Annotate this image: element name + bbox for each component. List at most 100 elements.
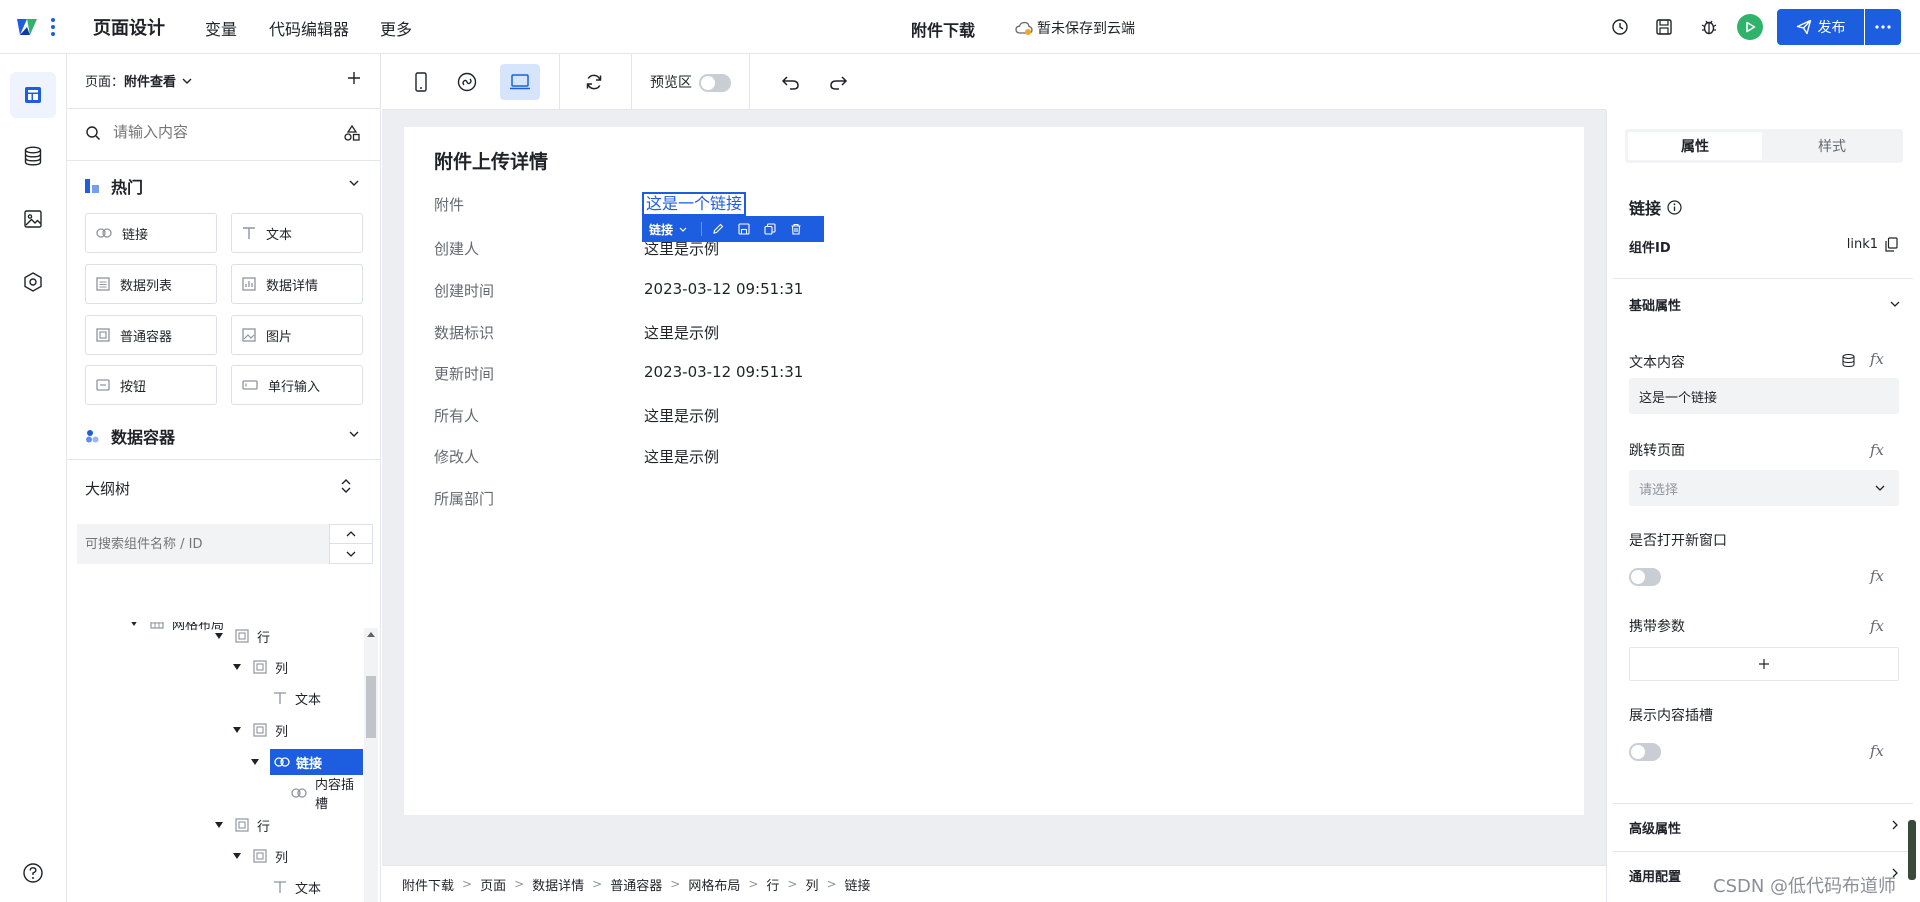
debug-bug-icon[interactable] xyxy=(1697,15,1721,39)
jump-page-select[interactable]: 请选择 xyxy=(1629,470,1899,506)
redo-button[interactable] xyxy=(819,64,857,100)
preview-toggle[interactable] xyxy=(699,74,731,92)
component-single-input[interactable]: 单行输入 xyxy=(231,365,363,405)
data-container-section-header[interactable]: 数据容器 xyxy=(85,424,175,448)
breadcrumb-item[interactable]: 附件下载 xyxy=(402,875,454,894)
detail-card[interactable]: 附件上传详情 附件 创建人 创建时间 数据标识 更新时间 所有人 修改人 所属部… xyxy=(404,127,1584,815)
breadcrumb-item[interactable]: 普通容器 xyxy=(610,875,662,894)
copy-id-icon[interactable] xyxy=(1885,237,1898,252)
undo-button[interactable] xyxy=(772,64,810,100)
rail-settings-hex-icon[interactable] xyxy=(10,259,56,305)
copy-icon[interactable] xyxy=(764,223,776,235)
fx-formula-icon[interactable]: fx xyxy=(1870,742,1884,760)
breadcrumb-item[interactable]: 列 xyxy=(805,875,818,894)
tree-node[interactable] xyxy=(251,749,271,775)
app-logo[interactable] xyxy=(14,15,40,39)
history-icon[interactable] xyxy=(1608,15,1632,39)
tree-expand-arrow-icon[interactable] xyxy=(233,664,241,670)
component-library-icon[interactable] xyxy=(343,124,361,142)
tree-node[interactable]: 内容插槽 xyxy=(291,778,363,812)
component-text[interactable]: 文本 xyxy=(231,213,363,253)
device-mobile-button[interactable] xyxy=(402,64,440,100)
info-icon[interactable] xyxy=(1667,199,1682,215)
tree-node[interactable]: 列 xyxy=(233,717,288,743)
tree-node[interactable]: 行 xyxy=(215,812,270,838)
page-selector[interactable]: 页面： 附件查看 xyxy=(85,71,192,90)
outline-next-button[interactable] xyxy=(330,544,372,563)
scrollbar-thumb[interactable] xyxy=(366,676,376,738)
add-param-button[interactable] xyxy=(1629,647,1899,681)
breadcrumb-item[interactable]: 页面 xyxy=(480,875,506,894)
publish-more-button[interactable] xyxy=(1865,9,1901,45)
fx-formula-icon[interactable]: fx xyxy=(1870,350,1884,368)
component-container[interactable]: 普通容器 xyxy=(85,315,217,355)
nav-variables[interactable]: 变量 xyxy=(205,16,237,40)
tab-properties[interactable]: 属性 xyxy=(1628,132,1762,160)
outline-search-input[interactable] xyxy=(77,524,329,564)
advanced-properties-header[interactable]: 高级属性 xyxy=(1629,818,1681,837)
component-image[interactable]: 图片 xyxy=(231,315,363,355)
component-data-list[interactable]: 数据列表 xyxy=(85,264,217,304)
rail-image-icon[interactable] xyxy=(10,196,56,242)
tree-node[interactable]: 行 xyxy=(215,623,270,649)
advanced-chevron-right-icon[interactable] xyxy=(1892,820,1898,830)
tree-node[interactable]: 列 xyxy=(233,843,288,869)
outline-prev-button[interactable] xyxy=(330,525,372,544)
tree-expand-arrow-icon[interactable] xyxy=(215,822,223,828)
basic-properties-header[interactable]: 基础属性 xyxy=(1629,295,1681,314)
tree-node[interactable]: 文本 xyxy=(273,874,321,900)
save-icon[interactable] xyxy=(1652,15,1676,39)
tree-node-selected[interactable]: 链接 xyxy=(270,749,363,775)
tree-expand-arrow-icon[interactable] xyxy=(130,622,138,626)
component-button[interactable]: 按钮 xyxy=(85,365,217,405)
nav-code-editor[interactable]: 代码编辑器 xyxy=(269,16,349,40)
content-slot-toggle[interactable] xyxy=(1629,743,1661,761)
data-container-chevron-icon[interactable] xyxy=(349,431,359,437)
device-desktop-button[interactable] xyxy=(500,64,540,100)
device-miniprogram-button[interactable] xyxy=(448,64,486,100)
refresh-button[interactable] xyxy=(575,64,613,100)
breadcrumb-item[interactable]: 行 xyxy=(766,875,779,894)
open-new-window-toggle[interactable] xyxy=(1629,568,1661,586)
hot-collapse-chevron-icon[interactable] xyxy=(349,180,359,186)
text-content-input[interactable]: 这是一个链接 xyxy=(1629,378,1899,414)
tree-node[interactable]: 列 xyxy=(233,654,288,680)
fx-formula-icon[interactable]: fx xyxy=(1870,441,1884,459)
breadcrumb-item[interactable]: 数据详情 xyxy=(532,875,584,894)
tab-style[interactable]: 样式 xyxy=(1765,132,1899,160)
publish-button[interactable]: 发布 xyxy=(1777,9,1864,45)
rail-page-design-icon[interactable] xyxy=(10,72,56,118)
panel-edge-handle[interactable] xyxy=(1908,820,1916,880)
tree-expand-arrow-icon[interactable] xyxy=(233,853,241,859)
basic-properties-chevron-icon[interactable] xyxy=(1890,301,1900,307)
tree-expand-arrow-icon[interactable] xyxy=(251,759,259,765)
outline-expand-collapse-icon[interactable] xyxy=(340,478,352,494)
scroll-up-arrow-icon[interactable] xyxy=(367,632,375,637)
breadcrumb-item[interactable]: 链接 xyxy=(845,875,871,894)
tree-expand-arrow-icon[interactable] xyxy=(215,633,223,639)
app-menu-icon[interactable] xyxy=(50,17,56,37)
delete-trash-icon[interactable] xyxy=(790,223,802,235)
nav-more[interactable]: 更多 xyxy=(380,16,412,40)
tree-scrollbar[interactable] xyxy=(364,628,378,902)
add-page-icon[interactable] xyxy=(347,71,361,85)
selected-link-element[interactable]: 这是一个链接 xyxy=(642,192,747,216)
fx-formula-icon[interactable]: fx xyxy=(1870,617,1884,635)
common-config-header[interactable]: 通用配置 xyxy=(1629,866,1681,885)
rail-help-icon[interactable] xyxy=(10,850,56,896)
tree-node[interactable]: 网格布局 xyxy=(130,622,224,636)
component-search-input[interactable] xyxy=(113,118,333,146)
rail-database-icon[interactable] xyxy=(10,133,56,179)
save-icon[interactable] xyxy=(738,223,750,235)
tree-node[interactable]: 文本 xyxy=(273,685,321,711)
component-link[interactable]: 链接 xyxy=(85,213,217,253)
component-data-detail[interactable]: 数据详情 xyxy=(231,264,363,304)
selection-type-dropdown[interactable]: 链接 xyxy=(642,221,687,238)
hot-section-header[interactable]: 热门 xyxy=(85,174,143,198)
fx-formula-icon[interactable]: fx xyxy=(1870,567,1884,585)
tree-expand-arrow-icon[interactable] xyxy=(233,727,241,733)
breadcrumb-item[interactable]: 网格布局 xyxy=(688,875,740,894)
run-preview-icon[interactable] xyxy=(1737,14,1763,40)
edit-pencil-icon[interactable] xyxy=(712,223,724,235)
data-source-icon[interactable] xyxy=(1841,353,1856,368)
